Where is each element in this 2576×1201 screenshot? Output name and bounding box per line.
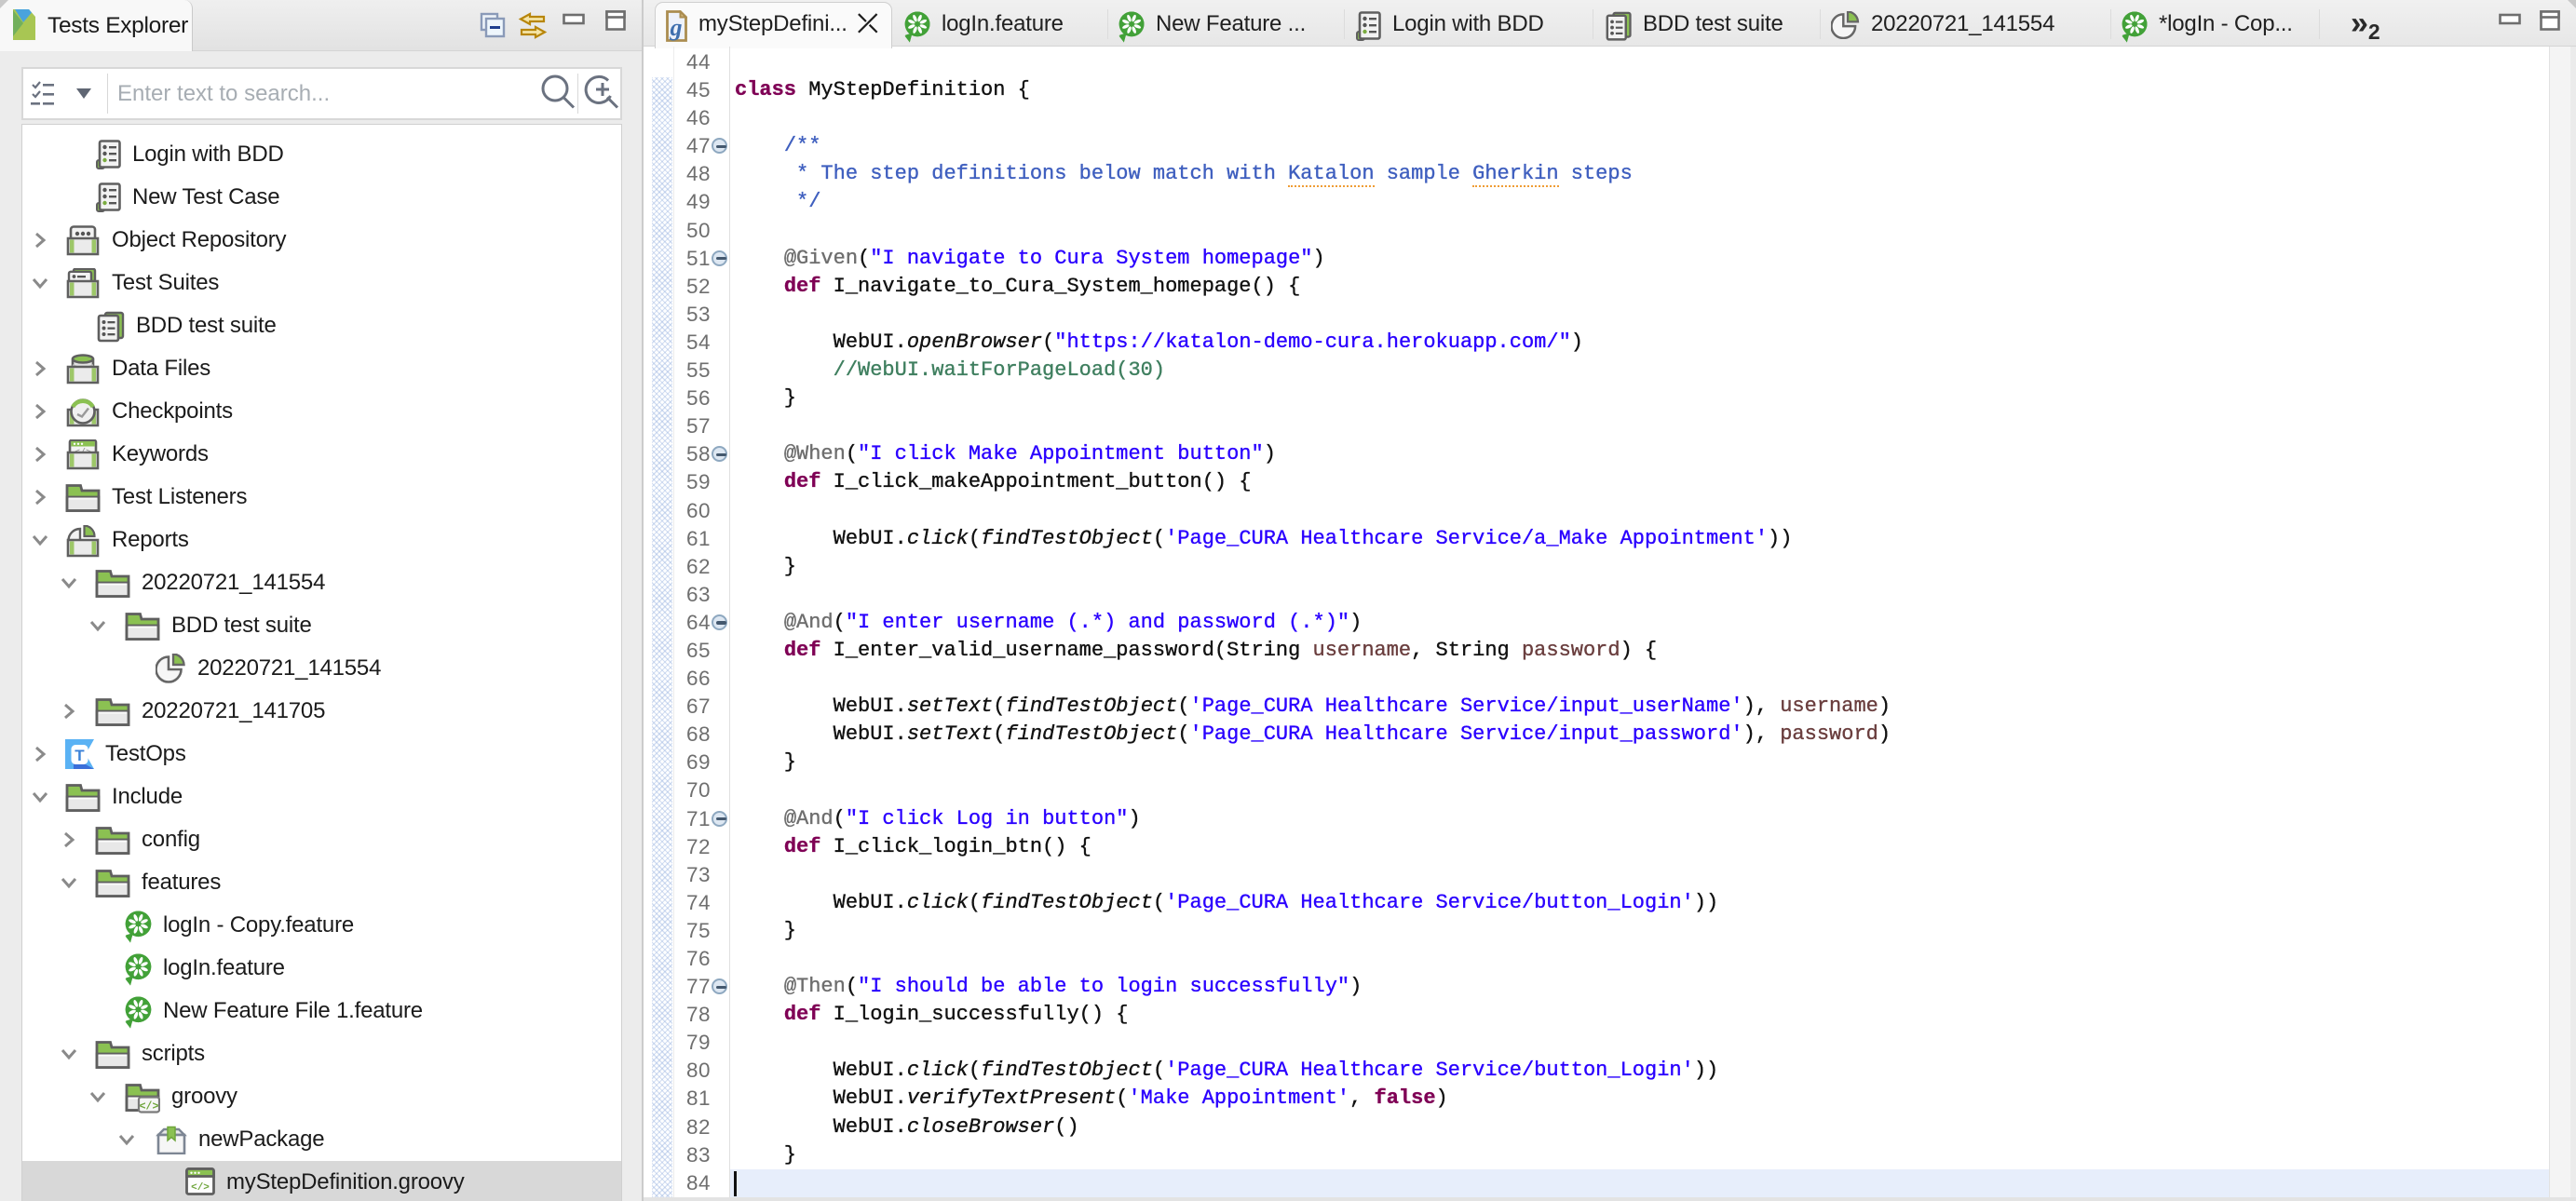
svg-text:</>: </> <box>140 1101 159 1113</box>
svg-text:T: T <box>75 747 85 764</box>
svg-text:</>: </> <box>191 1182 210 1194</box>
svg-text:g: g <box>670 14 683 41</box>
